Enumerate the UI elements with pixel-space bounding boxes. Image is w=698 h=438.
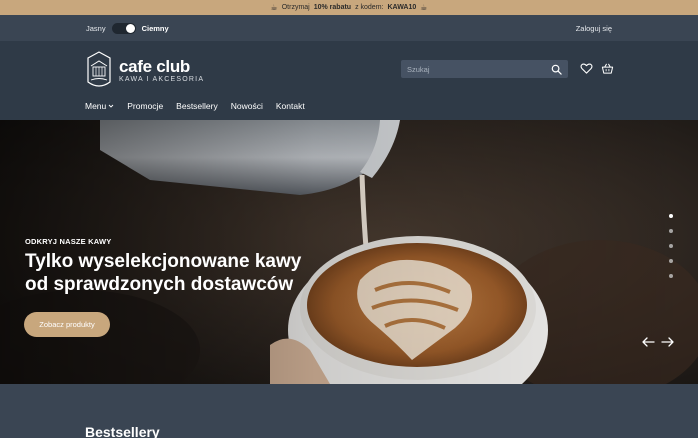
coffee-beans-icon: ☕ [420,2,428,12]
theme-toggle: Jasny Ciemny [86,15,169,41]
search-bar [401,60,568,78]
hero-title-line-1: Tylko wyselekcjonowane kawy [25,251,302,272]
basket-icon[interactable] [601,62,614,75]
slider-dot[interactable] [669,244,673,248]
promo-code: KAWA10 [387,4,417,11]
site-header: cafe club KAWA I AKCESORIA Menu Promocje… [0,41,698,120]
heart-icon[interactable] [580,62,593,75]
top-bar: Jasny Ciemny Zaloguj się [0,15,698,41]
chevron-down-icon [108,104,114,108]
brand-tagline: KAWA I AKCESORIA [119,75,205,83]
login-link[interactable]: Zaloguj się [576,15,612,41]
theme-light-label[interactable]: Jasny [86,24,106,33]
main-nav: Menu Promocje Bestsellery Nowości Kontak… [85,101,305,111]
hero-eyebrow: ODKRYJ NASZE KAWY [25,237,112,246]
hero-title-line-2: od sprawdzonych dostawców [25,274,294,295]
slider-dot[interactable] [669,274,673,278]
theme-dark-label[interactable]: Ciemny [142,24,169,33]
slider-dot[interactable] [669,214,673,218]
nav-item-label: Menu [85,101,107,111]
slider-dot[interactable] [669,229,673,233]
theme-switch[interactable] [111,22,136,34]
nav-item-bestsellery[interactable]: Bestsellery [176,101,218,111]
search-icon[interactable] [551,64,562,75]
nav-item-promocje[interactable]: Promocje [127,101,163,111]
nav-item-kontakt[interactable]: Kontakt [276,101,305,111]
slider-dot[interactable] [669,259,673,263]
see-products-button[interactable]: Zobacz produkty [24,312,110,337]
arrow-right-icon[interactable] [661,336,675,348]
logo[interactable]: cafe club KAWA I AKCESORIA [85,50,204,90]
search-input[interactable] [407,64,551,74]
slider-dots [669,214,673,278]
promo-discount: 10% rabatu [313,4,352,11]
nav-item-menu[interactable]: Menu [85,101,114,111]
nav-item-nowosci[interactable]: Nowości [231,101,263,111]
promo-bar: ☕ Otrzymaj 10% rabatu z kodem: KAWA10 ☕ [0,0,698,15]
bestsellers-section: Bestsellery [0,384,698,438]
hero-title: Tylko wyselekcjonowane kawy od sprawdzon… [25,250,355,296]
promo-prefix: Otrzymaj [281,4,310,11]
section-title: Bestsellery [85,424,160,438]
coffee-beans-icon: ☕ [270,2,278,12]
arrow-left-icon[interactable] [641,336,655,348]
brand-name: cafe club [119,56,190,76]
hero-slider: ODKRYJ NASZE KAWY Tylko wyselekcjonowane… [0,120,698,384]
logo-badge-icon [87,51,111,87]
promo-middle: z kodem: [355,4,384,11]
